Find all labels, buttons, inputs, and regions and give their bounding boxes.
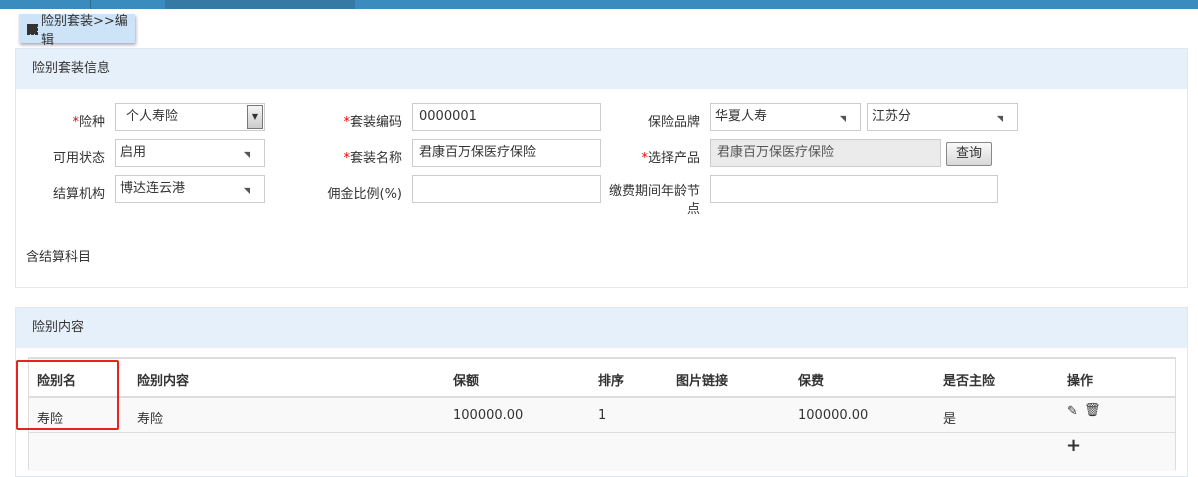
- col-header: 保费: [798, 374, 825, 389]
- trash-icon[interactable]: 🗑: [1084, 403, 1101, 418]
- settle-subject-label: 含结算科目: [26, 250, 92, 265]
- product-input[interactable]: 君康百万保医疗保险: [710, 139, 941, 167]
- add-row: +: [29, 433, 1175, 471]
- product-label: *选择产品: [641, 151, 700, 166]
- col-header: 操作: [1067, 374, 1094, 389]
- insurance-type-label: *险种: [72, 115, 105, 130]
- plus-icon[interactable]: +: [1066, 435, 1081, 456]
- chevron-down-icon[interactable]: ▼: [247, 105, 263, 129]
- status-label: 可用状态: [52, 151, 105, 166]
- settle-org-label: 结算机构: [52, 187, 105, 202]
- age-node-label: 缴费期间年龄节点: [608, 184, 700, 217]
- cell: 100000.00: [453, 408, 524, 423]
- breadcrumb-text: 险别套装>>编辑: [41, 13, 128, 48]
- status-select[interactable]: 启用 ◥: [115, 139, 265, 167]
- chevron-down-icon: ◥: [243, 150, 250, 159]
- cell: 1: [598, 408, 607, 423]
- panel-title: 险别套装信息: [16, 49, 1187, 89]
- edit-icon[interactable]: ✎: [1067, 404, 1078, 419]
- grid-icon: [27, 23, 38, 35]
- insurance-type-select[interactable]: 个人寿险 ▼: [115, 103, 265, 131]
- package-code-label: *套装编码: [343, 115, 402, 130]
- commission-input[interactable]: [412, 175, 601, 203]
- cell: 是: [943, 412, 957, 427]
- col-header: 是否主险: [943, 374, 996, 389]
- package-info-panel: 险别套装信息: [15, 48, 1188, 288]
- commission-label: 佣金比例(%): [327, 187, 403, 202]
- chevron-down-icon: ◥: [996, 114, 1003, 123]
- coverage-table: 险别名 险别内容 保额 排序 图片链接 保费 是否主险 操作 寿险 寿险 100…: [28, 357, 1176, 471]
- breadcrumb: 险别套装>>编辑: [19, 14, 135, 48]
- panel-title: 险别内容: [16, 308, 1187, 348]
- settle-org-select[interactable]: 博达连云港 ◥: [115, 175, 265, 203]
- age-node-input[interactable]: [710, 175, 998, 203]
- query-button[interactable]: 查询: [946, 142, 992, 166]
- col-header: 险别内容: [137, 374, 190, 389]
- top-nav-bar: [0, 0, 1198, 9]
- col-header: 图片链接: [676, 374, 729, 389]
- highlight-box: [16, 360, 119, 430]
- package-name-label: *套装名称: [343, 151, 402, 166]
- brand-select[interactable]: 华夏人寿 ◥: [710, 103, 861, 131]
- col-header: 保额: [453, 374, 480, 389]
- cell: 寿险: [137, 412, 164, 427]
- cell: 100000.00: [798, 408, 869, 423]
- brand-label: 保险品牌: [647, 115, 700, 130]
- col-header: 排序: [598, 374, 625, 389]
- branch-select[interactable]: 江苏分 ◥: [867, 103, 1018, 131]
- chevron-down-icon: ◥: [839, 114, 846, 123]
- table-header: 险别名 险别内容 保额 排序 图片链接 保费 是否主险 操作: [29, 359, 1175, 398]
- table-row: 寿险 寿险 100000.00 1 100000.00 是 ✎ 🗑: [29, 398, 1175, 433]
- chevron-down-icon: ◥: [243, 186, 250, 195]
